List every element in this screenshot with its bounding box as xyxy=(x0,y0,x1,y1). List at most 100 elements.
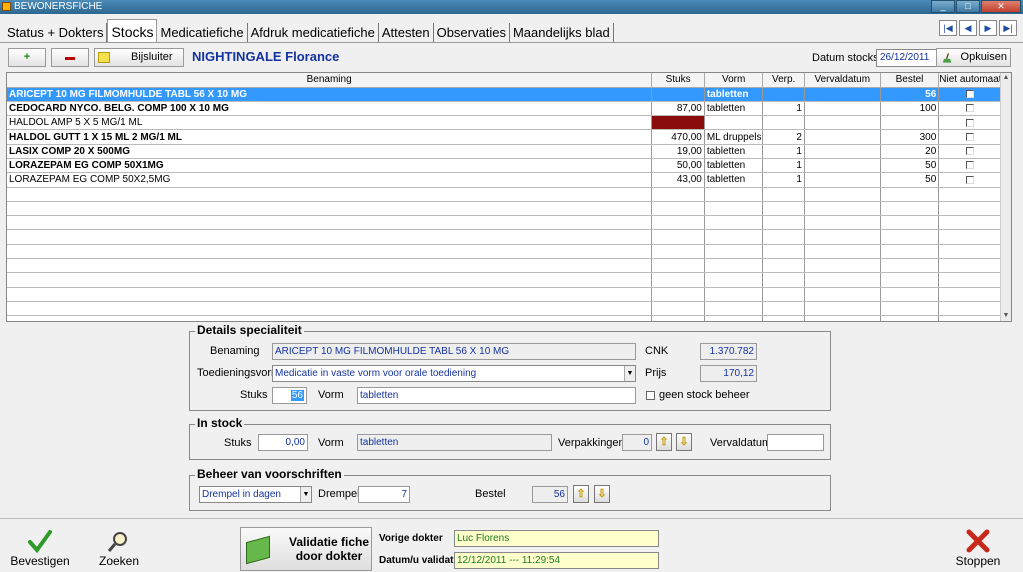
close-button[interactable]: ✕ xyxy=(981,0,1021,13)
col-verp[interactable]: Verp. xyxy=(762,73,805,88)
cell-benaming: HALDOL AMP 5 X 5 MG/1 ML xyxy=(7,115,653,131)
tab-status-dokters[interactable]: Status + Dokters xyxy=(4,23,108,43)
details-legend: Details specialiteit xyxy=(195,323,304,337)
instock-vorm-label: Vorm xyxy=(318,437,344,449)
validatie-line1: Validatie fiche xyxy=(289,535,370,549)
footer-divider xyxy=(0,518,1023,519)
bestel-field[interactable]: 56 xyxy=(532,486,568,503)
chevron-down-icon[interactable]: ▼ xyxy=(624,366,635,381)
chevron-down-icon[interactable]: ▼ xyxy=(300,487,311,502)
vervaldatum-field[interactable] xyxy=(767,434,824,451)
table-row[interactable]: ARICEPT 10 MG FILMOMHULDE TABL 56 X 10 M… xyxy=(7,87,1002,102)
cnk-field[interactable]: 1.370.782 xyxy=(700,343,757,360)
niet-automaat-checkbox[interactable] xyxy=(966,147,975,156)
col-benaming[interactable]: Benaming xyxy=(7,73,653,88)
window-title: BEWONERSFICHE xyxy=(14,1,103,12)
scroll-up-icon[interactable]: ▲ xyxy=(1001,73,1011,83)
table-row[interactable]: HALDOL AMP 5 X 5 MG/1 ML xyxy=(7,115,1002,131)
instock-stuks-field[interactable]: 0,00 xyxy=(258,434,308,451)
opkuisen-label: Opkuisen xyxy=(960,51,1007,63)
table-row[interactable]: HALDOL GUTT 1 X 15 ML 2 MG/1 ML 470,00 M… xyxy=(7,129,1002,145)
niet-automaat-checkbox[interactable] xyxy=(966,90,975,98)
tab-medicatiefiche[interactable]: Medicatiefiche xyxy=(157,23,248,43)
validatie-button[interactable]: Validatie fiche door dokter xyxy=(240,527,372,571)
table-row[interactable]: LASIX COMP 20 X 500MG 19,00 tabletten 1 … xyxy=(7,144,1002,159)
validate-icon xyxy=(246,535,270,565)
bestel-up-button[interactable]: ⇧ xyxy=(573,485,589,503)
cell-niet-automaat xyxy=(938,129,1002,145)
niet-automaat-checkbox[interactable] xyxy=(966,104,975,113)
instock-vorm-field[interactable]: tabletten xyxy=(357,434,552,451)
table-row[interactable]: CEDOCARD NYCO. BELG. COMP 100 X 10 MG 87… xyxy=(7,101,1002,117)
stuks-label: Stuks xyxy=(240,389,268,401)
details-group: Details specialiteit Benaming ARICEPT 10… xyxy=(189,323,831,411)
col-bestel[interactable]: Bestel xyxy=(880,73,940,88)
cell-benaming: LASIX COMP 20 X 500MG xyxy=(7,144,653,159)
instock-group: In stock Stuks 0,00 Vorm tabletten Verpa… xyxy=(189,416,831,460)
add-button[interactable]: + xyxy=(8,48,46,67)
verp-up-button[interactable]: ⇧ xyxy=(656,433,672,451)
cell-bestel: 20 xyxy=(880,144,940,159)
drempel-mode-select[interactable]: Drempel in dagen ▼ xyxy=(199,486,312,503)
empty-row xyxy=(7,272,1002,288)
bestel-down-button[interactable]: ⇩ xyxy=(594,485,610,503)
bevestigen-label: Bevestigen xyxy=(10,554,70,568)
table-row[interactable]: LORAZEPAM EG COMP 50X2,5MG 43,00 tablett… xyxy=(7,172,1002,188)
cell-vorm: ML druppels xyxy=(704,129,764,145)
tab-stocks[interactable]: Stocks xyxy=(107,19,158,43)
drempel-field[interactable]: 7 xyxy=(358,486,410,503)
niet-automaat-checkbox[interactable] xyxy=(966,132,975,141)
zoeken-button[interactable]: Zoeken xyxy=(90,530,148,568)
niet-automaat-checkbox[interactable] xyxy=(966,175,975,184)
opkuisen-button[interactable]: Opkuisen xyxy=(936,48,1011,67)
remove-button[interactable] xyxy=(51,48,89,67)
col-vervaldatum[interactable]: Vervaldatum xyxy=(804,73,881,88)
cell-vorm: tabletten xyxy=(704,101,764,117)
col-stuks[interactable]: Stuks xyxy=(651,73,705,88)
verpakkingen-field[interactable]: 0 xyxy=(622,434,652,451)
col-vorm[interactable]: Vorm xyxy=(704,73,764,88)
cell-stuks: 470,00 xyxy=(651,129,705,145)
scroll-down-icon[interactable]: ▼ xyxy=(1001,311,1011,321)
tab-afdruk-medicatiefiche[interactable]: Afdruk medicatiefiche xyxy=(248,23,379,43)
close-icon xyxy=(966,529,990,553)
bevestigen-button[interactable]: Bevestigen xyxy=(6,528,74,568)
last-record-button[interactable]: ▶| xyxy=(999,20,1017,36)
table-row[interactable]: LORAZEPAM EG COMP 50X1MG 50,00 tabletten… xyxy=(7,158,1002,174)
stuks-field[interactable]: 56 xyxy=(272,387,307,404)
toedieningsvorm-select[interactable]: Medicatie in vaste vorm voor orale toedi… xyxy=(272,365,636,382)
verp-down-button[interactable]: ⇩ xyxy=(676,433,692,451)
vorm-field[interactable]: tabletten xyxy=(357,387,636,404)
niet-automaat-checkbox[interactable] xyxy=(966,118,975,127)
cell-niet-automaat xyxy=(938,115,1002,131)
prev-record-button[interactable]: ◀ xyxy=(959,20,977,36)
niet-automaat-checkbox[interactable] xyxy=(966,161,975,170)
date-stocks-field[interactable]: 26/12/2011 xyxy=(876,49,938,67)
validatie-line2: door dokter xyxy=(295,549,363,563)
minimize-button[interactable]: _ xyxy=(931,0,955,13)
drempel-mode-value: Drempel in dagen xyxy=(202,489,281,500)
maximize-button[interactable]: □ xyxy=(956,0,980,13)
empty-row xyxy=(7,315,1002,321)
next-record-button[interactable]: ▶ xyxy=(979,20,997,36)
bijsluiter-button[interactable]: Bijsluiter xyxy=(94,48,184,67)
stoppen-button[interactable]: Stoppen xyxy=(948,528,1008,568)
broom-icon xyxy=(942,53,952,63)
record-navigator: |◀ ◀ ▶ ▶| xyxy=(937,20,1017,36)
validatie-label: Validatie fiche door dokter xyxy=(289,535,369,563)
empty-row xyxy=(7,301,1002,317)
note-icon xyxy=(98,52,110,63)
tab-maandelijks-blad[interactable]: Maandelijks blad xyxy=(510,23,614,43)
first-record-button[interactable]: |◀ xyxy=(939,20,957,36)
cell-vervaldatum xyxy=(804,172,881,188)
tab-bar: Status + Dokters Stocks Medicatiefiche A… xyxy=(4,19,614,43)
tab-observaties[interactable]: Observaties xyxy=(434,23,510,43)
beheer-legend: Beheer van voorschriften xyxy=(195,467,344,481)
tab-attesten[interactable]: Attesten xyxy=(379,23,434,43)
prijs-field[interactable]: 170,12 xyxy=(700,365,757,382)
grid-scrollbar[interactable]: ▲ ▼ xyxy=(1000,73,1011,321)
col-niet-automaat[interactable]: Niet automaat xyxy=(938,73,1002,88)
benaming-field[interactable]: ARICEPT 10 MG FILMOMHULDE TABL 56 X 10 M… xyxy=(272,343,636,360)
empty-row xyxy=(7,258,1002,274)
geen-stock-beheer-checkbox[interactable] xyxy=(646,391,655,400)
